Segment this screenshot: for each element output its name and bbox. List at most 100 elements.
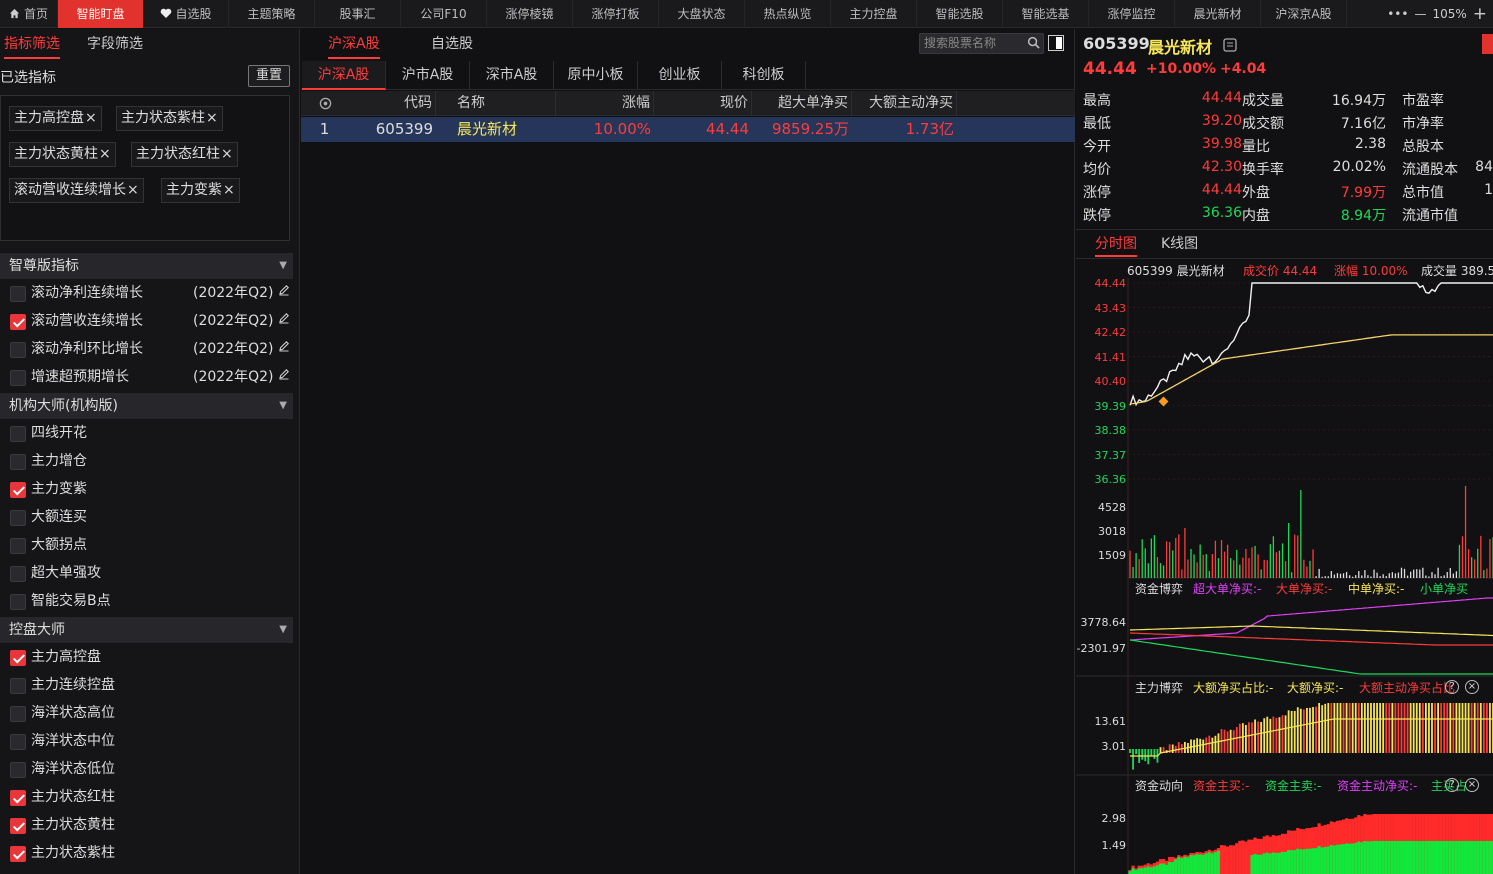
- checkbox[interactable]: [10, 538, 26, 554]
- tab-indicator-filter[interactable]: 指标筛选: [4, 29, 60, 59]
- nav-item-11[interactable]: 智能选股: [917, 0, 1003, 28]
- checkbox[interactable]: [10, 510, 26, 526]
- layout-toggle-icon[interactable]: [1048, 35, 1064, 51]
- close-icon[interactable]: ×: [99, 146, 111, 162]
- section-header[interactable]: 智尊版指标 ▼: [0, 253, 293, 279]
- nav-item-14[interactable]: 晨光新材: [1175, 0, 1261, 28]
- selected-chip[interactable]: 滚动营收连续增长×: [9, 178, 144, 203]
- checkbox[interactable]: [10, 650, 26, 666]
- checkbox[interactable]: [10, 762, 26, 778]
- subtab-5[interactable]: 科创板: [722, 61, 806, 90]
- edit-icon[interactable]: [278, 281, 290, 305]
- edit-icon[interactable]: [278, 337, 290, 361]
- indicator-item[interactable]: 大额拐点: [10, 533, 293, 557]
- indicator-item[interactable]: 海洋状态高位: [10, 701, 293, 725]
- column-header[interactable]: 涨幅: [555, 91, 654, 116]
- nav-item-0[interactable]: 首页: [0, 0, 58, 28]
- checkbox[interactable]: [10, 706, 26, 722]
- selected-chip[interactable]: 主力高控盘×: [9, 106, 102, 131]
- checkbox[interactable]: [10, 426, 26, 442]
- nav-item-3[interactable]: 主题策略: [229, 0, 315, 28]
- close-icon[interactable]: ×: [223, 182, 235, 198]
- close-icon[interactable]: ×: [1465, 778, 1479, 792]
- section-header[interactable]: 机构大师(机构版) ▼: [0, 393, 293, 419]
- nav-item-1[interactable]: 智能盯盘: [58, 0, 144, 28]
- settings-icon[interactable]: [319, 97, 332, 110]
- nav-item-2[interactable]: 自选股: [144, 0, 229, 28]
- column-header[interactable]: 超大单净买: [753, 91, 852, 116]
- section-header[interactable]: 控盘大师 ▼: [0, 617, 293, 643]
- help-icon[interactable]: ?: [1445, 680, 1459, 694]
- indicator-item[interactable]: 主力状态黄柱: [10, 813, 293, 837]
- column-header[interactable]: 现价: [655, 91, 752, 116]
- indicator-item[interactable]: 海洋状态中位: [10, 729, 293, 753]
- tab-hushen-a[interactable]: 沪深A股: [328, 29, 380, 59]
- help-icon[interactable]: ?: [1445, 778, 1459, 792]
- indicator-item[interactable]: 主力状态红柱: [10, 785, 293, 809]
- subtab-4[interactable]: 创业板: [638, 61, 722, 90]
- stock-search-input[interactable]: 搜索股票名称: [919, 33, 1044, 54]
- nav-item-8[interactable]: 大盘状态: [659, 0, 745, 28]
- column-header[interactable]: 名称: [453, 91, 556, 116]
- close-icon[interactable]: ×: [85, 110, 97, 126]
- checkbox[interactable]: [10, 594, 26, 610]
- checkbox[interactable]: [10, 370, 26, 386]
- checkbox[interactable]: [10, 314, 26, 330]
- close-icon[interactable]: ×: [221, 146, 233, 162]
- checkbox[interactable]: [10, 566, 26, 582]
- tab-watchlist[interactable]: 自选股: [431, 29, 473, 59]
- table-row[interactable]: 1 605399 晨光新材 10.00% 44.44 9859.25万 1.73亿: [301, 117, 1075, 142]
- checkbox[interactable]: [10, 846, 26, 862]
- nav-item-7[interactable]: 涨停打板: [573, 0, 659, 28]
- indicator-item[interactable]: 海洋状态低位: [10, 757, 293, 781]
- reset-button[interactable]: 重置: [248, 65, 290, 87]
- close-icon[interactable]: ×: [206, 110, 218, 126]
- checkbox[interactable]: [10, 678, 26, 694]
- subtab-3[interactable]: 原中小板: [554, 61, 638, 90]
- indicator-item[interactable]: 主力状态紫柱: [10, 841, 293, 865]
- selected-chip[interactable]: 主力状态黄柱×: [9, 142, 116, 167]
- edit-icon[interactable]: [278, 365, 290, 389]
- column-header[interactable]: 大额主动净买: [853, 91, 957, 116]
- search-icon[interactable]: [1027, 36, 1040, 49]
- indicator-item[interactable]: 主力增仓: [10, 449, 293, 473]
- indicator-item[interactable]: 四线开花: [10, 421, 293, 445]
- selected-chip[interactable]: 主力状态紫柱×: [116, 106, 223, 131]
- zoom-out-button[interactable]: —: [1414, 7, 1426, 21]
- checkbox[interactable]: [10, 286, 26, 302]
- nav-item-5[interactable]: 公司F10: [401, 0, 487, 28]
- indicator-item[interactable]: 主力连续控盘: [10, 673, 293, 697]
- notes-icon[interactable]: [1222, 37, 1238, 53]
- tab-field-filter[interactable]: 字段筛选: [87, 29, 143, 59]
- indicator-item[interactable]: 主力高控盘: [10, 645, 293, 669]
- subtab-2[interactable]: 深市A股: [470, 61, 554, 90]
- nav-item-12[interactable]: 智能选基: [1003, 0, 1089, 28]
- checkbox[interactable]: [10, 790, 26, 806]
- column-header[interactable]: 代码: [351, 91, 436, 116]
- subtab-1[interactable]: 沪市A股: [386, 61, 470, 90]
- nav-item-4[interactable]: 股事汇: [315, 0, 401, 28]
- checkbox[interactable]: [10, 734, 26, 750]
- tab-kline[interactable]: K线图: [1161, 231, 1198, 257]
- checkbox[interactable]: [10, 342, 26, 358]
- indicator-item[interactable]: 增速超预期增长 (2022年Q2): [10, 365, 293, 389]
- checkbox[interactable]: [10, 482, 26, 498]
- indicator-item[interactable]: 大额连买: [10, 505, 293, 529]
- zoom-in-button[interactable]: +: [1473, 4, 1487, 24]
- nav-item-10[interactable]: 主力控盘: [831, 0, 917, 28]
- indicator-item[interactable]: 智能交易B点: [10, 589, 293, 613]
- indicator-item[interactable]: 主力变紫: [10, 477, 293, 501]
- indicator-item[interactable]: 滚动净利连续增长 (2022年Q2): [10, 281, 293, 305]
- nav-item-13[interactable]: 涨停监控: [1089, 0, 1175, 28]
- checkbox[interactable]: [10, 818, 26, 834]
- tab-intraday[interactable]: 分时图: [1095, 231, 1137, 257]
- indicator-item[interactable]: 滚动净利环比增长 (2022年Q2): [10, 337, 293, 361]
- nav-item-6[interactable]: 涨停棱镜: [487, 0, 573, 28]
- nav-item-15[interactable]: 沪深京A股: [1261, 0, 1347, 28]
- selected-chip[interactable]: 主力状态红柱×: [131, 142, 238, 167]
- close-icon[interactable]: ×: [127, 182, 139, 198]
- edit-icon[interactable]: [278, 309, 290, 333]
- nav-item-9[interactable]: 热点纵览: [745, 0, 831, 28]
- more-button[interactable]: •••: [1387, 7, 1408, 21]
- checkbox[interactable]: [10, 454, 26, 470]
